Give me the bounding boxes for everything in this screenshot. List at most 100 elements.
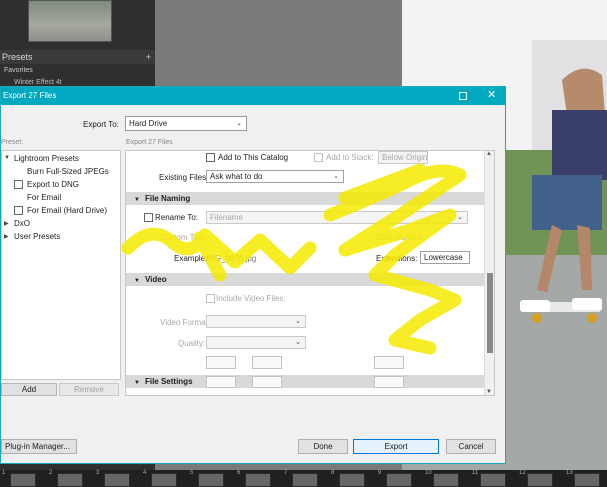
video-format-label: Video Format: (160, 318, 211, 327)
filmstrip-thumbnail[interactable] (151, 473, 177, 487)
export-settings-panel: Add to This Catalog Add to Stack: Below … (125, 150, 495, 396)
include-video-label: Include Video Files: (216, 294, 286, 303)
filmstrip-number: 10 (425, 470, 432, 476)
section-title: Video (144, 275, 167, 284)
filmstrip-number: 4 (143, 470, 147, 476)
done-button[interactable]: Done (298, 439, 348, 454)
tree-item-label: Export to DNG (27, 180, 80, 189)
filmstrip-number: 6 (237, 470, 241, 476)
filmstrip-number: 11 (472, 470, 479, 476)
extensions-select[interactable]: Lowercase (420, 251, 470, 264)
expanded-triangle-icon: ▼ (134, 197, 140, 203)
video-format-select[interactable]: ⌄ (206, 315, 306, 328)
cancel-button[interactable]: Cancel (446, 439, 496, 454)
rename-template-select[interactable]: Filename ⌄ (206, 211, 468, 224)
preset-tree: ▼ Lightroom Presets Burn Full-Sized JPEG… (1, 150, 121, 380)
filmstrip-thumbnail[interactable] (574, 473, 600, 487)
tree-item-label: Burn Full-Sized JPEGs (27, 167, 109, 176)
scrollbar-thumb[interactable] (487, 273, 493, 353)
extensions-label: Extensions: (376, 254, 418, 263)
favorites-folder[interactable]: Favorites (4, 67, 33, 74)
chevron-down-icon: ⌄ (236, 120, 242, 127)
expanded-triangle-icon[interactable]: ▼ (4, 155, 10, 161)
filmstrip-thumbnail[interactable] (339, 473, 365, 487)
filmstrip: 1 2 3 4 5 6 7 8 9 10 11 12 13 (0, 470, 607, 487)
filmstrip-number: 3 (96, 470, 100, 476)
filmstrip-thumbnail[interactable] (386, 473, 412, 487)
rename-template-value: Filename (210, 213, 243, 222)
dialog-title: Export 27 Files (3, 91, 57, 100)
rename-to-checkbox[interactable] (144, 213, 153, 222)
rename-to-label: Rename To: (155, 213, 198, 222)
remove-preset-button[interactable]: Remove (59, 383, 119, 396)
ghost-control (374, 376, 404, 388)
filmstrip-thumbnail[interactable] (433, 473, 459, 487)
presets-panel-header[interactable]: Presets + (0, 50, 155, 64)
filmstrip-thumbnail[interactable] (292, 473, 318, 487)
extensions-value: Lowercase (424, 253, 463, 262)
ghost-control (252, 376, 282, 388)
ghost-control (374, 356, 404, 369)
section-video[interactable]: ▼ Video (126, 273, 484, 286)
filmstrip-thumbnail[interactable] (527, 473, 553, 487)
add-to-stack-label: Add to Stack: (326, 153, 374, 162)
include-video-checkbox[interactable] (206, 294, 215, 303)
settings-scrollbar[interactable]: ▲ ▼ (484, 151, 494, 395)
filmstrip-number: 13 (566, 470, 573, 476)
filmstrip-number: 12 (519, 470, 526, 476)
filmstrip-thumbnail[interactable] (104, 473, 130, 487)
filmstrip-number: 5 (190, 470, 194, 476)
dialog-titlebar[interactable]: Export 27 Files (1, 87, 505, 105)
add-preset-button[interactable]: Add (1, 383, 57, 396)
navigator-thumbnail (28, 0, 112, 42)
existing-files-label: Existing Files: (159, 173, 209, 182)
close-icon[interactable]: ✕ (487, 88, 496, 102)
filmstrip-number: 8 (331, 470, 335, 476)
chevron-down-icon: ⌄ (295, 339, 301, 346)
filmstrip-number: 7 (284, 470, 288, 476)
scroll-up-icon[interactable]: ▲ (486, 151, 492, 157)
expanded-triangle-icon: ▼ (134, 278, 140, 284)
chevron-down-icon: ⌄ (457, 214, 463, 221)
export-button[interactable]: Export (353, 439, 439, 454)
stack-position-select[interactable]: Below Original (378, 151, 428, 164)
tree-item-label: For Email (Hard Drive) (27, 206, 108, 215)
tree-item-label: Lightroom Presets (14, 154, 79, 163)
example-label: Example: (174, 254, 208, 263)
filmstrip-thumbnail[interactable] (10, 473, 36, 487)
section-title: File Naming (144, 194, 191, 203)
chevron-down-icon: ⌄ (333, 173, 339, 180)
export-to-select[interactable]: Hard Drive ⌄ (125, 116, 247, 131)
export-to-value: Hard Drive (129, 119, 168, 128)
scroll-down-icon[interactable]: ▼ (486, 389, 492, 395)
filmstrip-thumbnail[interactable] (57, 473, 83, 487)
collapsed-triangle-icon[interactable]: ▶ (4, 233, 9, 240)
filmstrip-thumbnail[interactable] (480, 473, 506, 487)
plugin-manager-button[interactable]: Plug-in Manager... (1, 439, 77, 454)
section-file-naming[interactable]: ▼ File Naming (126, 192, 484, 205)
export-to-label: Export To: (83, 120, 119, 129)
quality-select[interactable]: ⌄ (206, 336, 306, 349)
maximize-icon[interactable] (459, 92, 467, 100)
filmstrip-thumbnail[interactable] (198, 473, 224, 487)
section-file-settings[interactable]: ▼ File Settings (126, 375, 484, 388)
tree-item-label: For Email (27, 193, 62, 202)
export-dialog: Export 27 Files ✕ Export To: Hard Drive … (0, 86, 506, 464)
add-preset-icon[interactable]: + (146, 50, 151, 64)
ghost-control (206, 356, 236, 369)
filmstrip-number: 2 (49, 470, 53, 476)
preset-label: Preset: (1, 139, 24, 146)
preset-checkbox[interactable] (14, 180, 23, 189)
add-to-catalog-label: Add to This Catalog (218, 153, 289, 162)
preset-winter-effect[interactable]: Winter Effect 4t (14, 79, 62, 86)
add-to-catalog-checkbox[interactable] (206, 153, 215, 162)
custom-text-label: Custom Text: (160, 233, 207, 242)
quality-label: Quality: (178, 339, 206, 348)
preset-checkbox[interactable] (14, 206, 23, 215)
collapsed-triangle-icon[interactable]: ▶ (4, 220, 9, 227)
existing-files-select[interactable]: Ask what to do ⌄ (206, 170, 344, 183)
presets-header-label: Presets (2, 52, 33, 62)
add-to-stack-checkbox[interactable] (314, 153, 323, 162)
filmstrip-thumbnail[interactable] (245, 473, 271, 487)
example-value: IMG_0076.jpg (206, 254, 257, 263)
